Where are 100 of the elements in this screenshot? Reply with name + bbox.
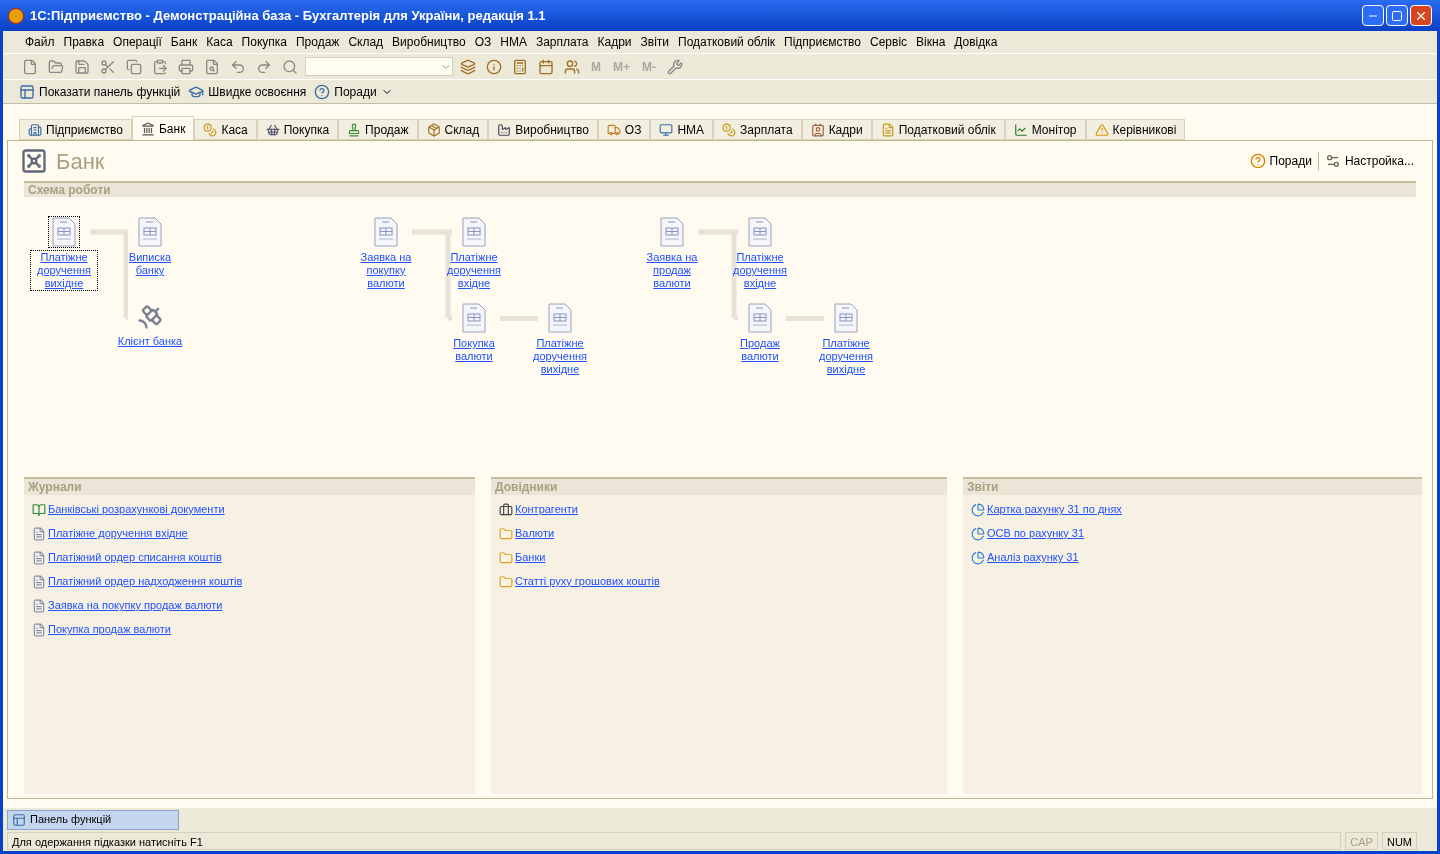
section-header: Звіти — [963, 479, 1422, 495]
module-tab[interactable]: Кадри — [801, 119, 872, 140]
tab-icon — [880, 122, 895, 137]
tab-icon — [347, 122, 362, 137]
menu-item[interactable]: Звіти — [638, 33, 671, 51]
menu-item[interactable]: Правка — [61, 33, 107, 51]
menu-item[interactable]: Підприємство — [782, 33, 863, 51]
module-tab[interactable]: Продаж — [338, 119, 418, 140]
panel-link[interactable]: Картка рахунку 31 по днях — [987, 501, 1122, 518]
window-title: 1С:Підприємство - Демонстраційна база - Бухгалтерія для України, редакція 1.1 — [30, 6, 547, 25]
toolbar-button[interactable]: Показати панель функцій — [19, 80, 181, 103]
menu-item[interactable]: Операції — [111, 33, 164, 51]
module-tab[interactable]: Покупка — [256, 119, 339, 140]
menu-item[interactable]: Склад — [346, 33, 386, 51]
scheme-link[interactable]: Платіжне доручення вхідне — [441, 251, 507, 290]
menu-item[interactable]: Податковий облік — [676, 33, 778, 51]
header-link[interactable]: Настройка... — [1317, 152, 1420, 170]
panel-link[interactable]: ОСВ по рахунку 31 — [987, 525, 1085, 542]
document-icon — [747, 303, 773, 333]
document-icon — [137, 217, 163, 247]
document-icon — [747, 217, 773, 247]
scheme-link[interactable]: Заявка на покупку валюти — [353, 251, 419, 290]
status-hint: Для одержання підказки натисніть F1 — [7, 832, 1342, 850]
header-link[interactable]: Поради — [1243, 152, 1318, 170]
menu-item[interactable]: Сервіс — [868, 33, 910, 51]
close-button[interactable] — [1410, 5, 1432, 26]
scheme-link[interactable]: Покупка валюти — [441, 337, 507, 363]
search-combo-field[interactable] — [305, 57, 453, 76]
menu-item[interactable]: Каса — [204, 33, 235, 51]
module-tab[interactable]: Банк — [131, 116, 195, 140]
scheme-link[interactable]: Продаж валюти — [727, 337, 793, 363]
toolbar-item-icon — [314, 83, 331, 100]
menu-item[interactable]: Виробництво — [390, 33, 468, 51]
panel-link[interactable]: Платіжний ордер надходження коштів — [48, 573, 243, 590]
module-tab[interactable]: Каса — [194, 119, 257, 140]
menu-item[interactable]: Зарплата — [533, 33, 591, 51]
tab-icon — [28, 122, 42, 137]
toolbar-button[interactable]: Швидке освоєння — [188, 80, 307, 103]
connector-line — [786, 316, 824, 321]
toolbar-button[interactable]: Поради — [314, 80, 393, 103]
scheme-link[interactable]: Клієнт банка — [117, 335, 183, 348]
scheme-link[interactable]: Виписка банку — [117, 251, 183, 277]
panel-link[interactable]: Платіжне доручення вхідне — [48, 525, 188, 542]
tab-icon — [140, 121, 155, 136]
scheme-link[interactable]: Платіжне доручення вихідне — [813, 337, 879, 376]
help-icon — [1249, 153, 1266, 169]
tab-icon — [1013, 122, 1028, 137]
minimize-button[interactable] — [1362, 5, 1384, 26]
tab-icon — [606, 122, 621, 137]
folder-icon — [499, 550, 513, 565]
module-tab[interactable]: Зарплата — [713, 119, 802, 140]
menu-item[interactable]: Банк — [168, 33, 200, 51]
scheme-link[interactable]: Заявка на продаж валюти — [639, 251, 705, 290]
scheme-link[interactable]: Платіжне доручення вихідне — [31, 251, 97, 290]
menu-item[interactable]: Продаж — [293, 33, 342, 51]
document-icon — [659, 217, 685, 247]
document-icon — [833, 303, 859, 333]
menu-item[interactable]: ОЗ — [472, 33, 494, 51]
page-title: Банк — [56, 147, 106, 176]
maximize-button[interactable] — [1386, 5, 1408, 26]
tab-icon — [265, 122, 280, 137]
panel-link[interactable]: Банки — [515, 549, 546, 566]
document-icon — [32, 574, 46, 589]
key-indicator: CAP — [1345, 832, 1378, 850]
panel-link[interactable]: Банківські розрахункові документи — [48, 501, 225, 518]
connector-line — [500, 316, 538, 321]
taskbar-button[interactable]: Панель функцій — [7, 809, 179, 830]
document-icon — [547, 303, 573, 333]
document-icon — [461, 217, 487, 247]
module-tab[interactable]: Виробництво — [488, 119, 598, 140]
panel-link[interactable]: Статті руху грошових коштів — [515, 573, 660, 590]
scheme-link[interactable]: Платіжне доручення вхідне — [727, 251, 793, 290]
panel-link[interactable]: Покупка продаж валюти — [48, 621, 171, 638]
section-header: Схема роботи — [24, 183, 1416, 197]
panel-link[interactable]: Валюти — [515, 525, 555, 542]
menu-item[interactable]: НМА — [498, 33, 529, 51]
menu-item[interactable]: Довідка — [952, 33, 1000, 51]
menu-item[interactable]: Покупка — [239, 33, 289, 51]
menu-item[interactable]: Вікна — [914, 33, 948, 51]
tab-icon — [203, 122, 218, 137]
panel-link[interactable]: Заявка на покупку продаж валюти — [48, 597, 223, 614]
module-tab[interactable]: НМА — [650, 119, 714, 140]
tab-icon — [722, 122, 737, 137]
module-tab[interactable]: Монітор — [1004, 119, 1086, 140]
panel-link[interactable]: Аналіз рахунку 31 — [987, 549, 1079, 566]
module-tab[interactable]: Податковий облік — [871, 119, 1005, 140]
panel-link[interactable]: Контрагенти — [515, 501, 579, 518]
menu-item[interactable]: Файл — [23, 33, 57, 51]
panel-link[interactable]: Платіжний ордер списання коштів — [48, 549, 222, 566]
toolbar-item-icon — [19, 83, 35, 100]
section-header: Довідники — [491, 479, 947, 495]
module-tab[interactable]: Підприємство — [19, 119, 132, 140]
menu-item[interactable]: Кадри — [595, 33, 634, 51]
scheme-link[interactable]: Платіжне доручення вихідне — [527, 337, 593, 376]
module-tab[interactable]: Керівникові — [1085, 119, 1186, 140]
document-icon — [461, 303, 487, 333]
module-tab[interactable]: Склад — [417, 119, 489, 140]
folder-icon — [499, 574, 513, 589]
module-tab[interactable]: ОЗ — [597, 119, 651, 140]
document-icon — [51, 217, 77, 247]
